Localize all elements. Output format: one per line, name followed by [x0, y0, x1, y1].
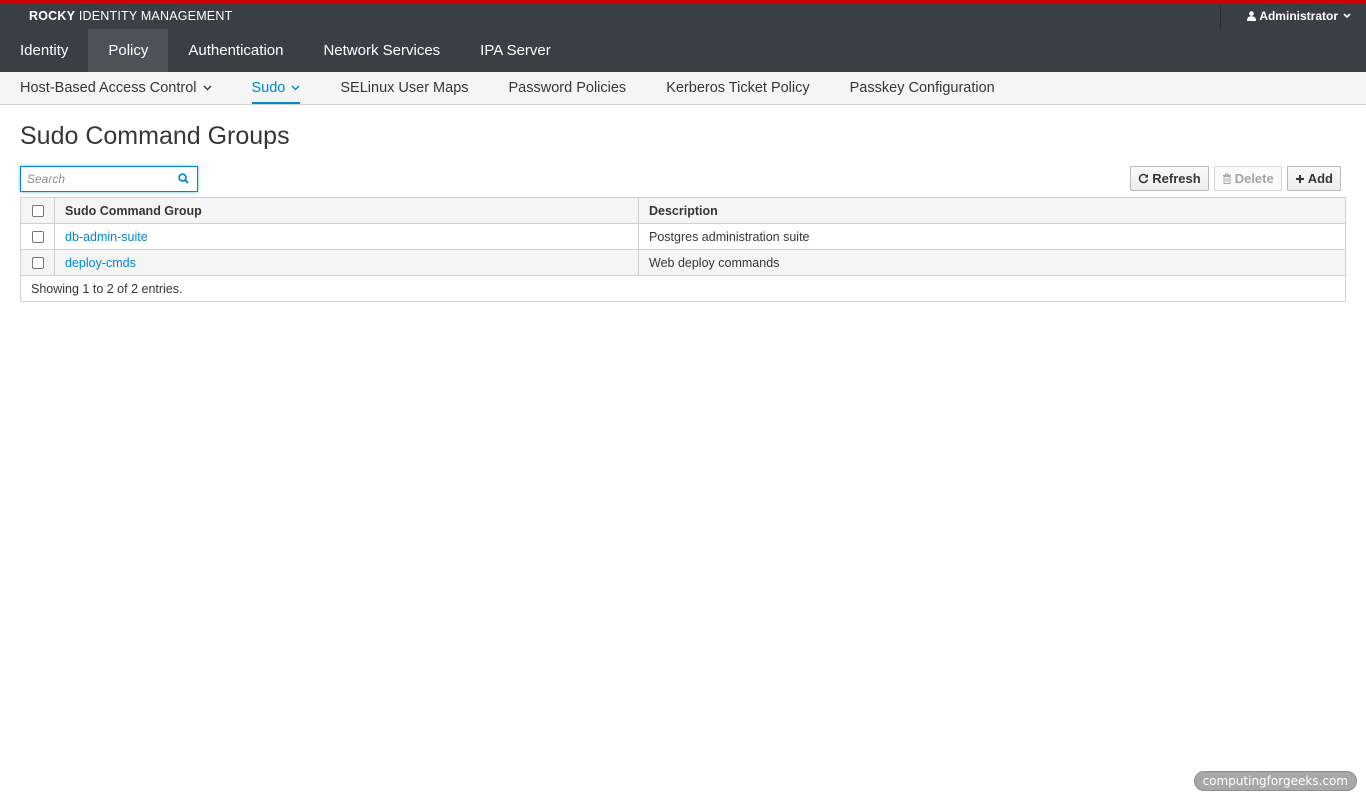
page-title: Sudo Command Groups	[20, 122, 290, 150]
table-footer-row: Showing 1 to 2 of 2 entries.	[20, 275, 1346, 302]
description-cell: Postgres administration suite	[638, 223, 1346, 250]
group-name-cell: db-admin-suite	[54, 223, 639, 250]
subnav-label: Sudo	[251, 80, 286, 96]
subnav-passkey-configuration[interactable]: Passkey Configuration	[830, 72, 1015, 105]
group-name-cell: deploy-cmds	[54, 249, 639, 276]
chevron-down-icon	[1343, 13, 1351, 19]
subnav-selinux-user-maps[interactable]: SELinux User Maps	[320, 72, 488, 105]
action-toolbar: Refresh Delete Add	[1130, 166, 1341, 191]
brand-name-rest: IDENTITY MANAGEMENT	[75, 9, 233, 23]
user-menu[interactable]: Administrator	[1220, 3, 1366, 29]
subnav-sudo[interactable]: Sudo	[232, 72, 321, 105]
row-select-cell	[20, 223, 55, 250]
nav-tab-network-services[interactable]: Network Services	[303, 29, 460, 72]
entries-summary: Showing 1 to 2 of 2 entries.	[20, 275, 1346, 302]
delete-button[interactable]: Delete	[1213, 166, 1282, 191]
user-icon	[1247, 11, 1257, 21]
refresh-label: Refresh	[1152, 171, 1201, 186]
watermark: computingforgeeks.com	[1193, 771, 1357, 791]
select-all-cell	[20, 197, 55, 224]
user-name: Administrator	[1259, 9, 1338, 23]
plus-icon	[1295, 174, 1304, 183]
add-label: Add	[1307, 171, 1333, 186]
subnav-kerberos-ticket-policy[interactable]: Kerberos Ticket Policy	[646, 72, 829, 105]
group-link[interactable]: deploy-cmds	[65, 256, 136, 270]
search-box	[20, 166, 198, 192]
brand-logo[interactable]: ROCKY IDENTITY MANAGEMENT	[29, 9, 232, 23]
select-all-checkbox[interactable]	[31, 205, 44, 218]
refresh-icon	[1139, 173, 1149, 184]
delete-label: Delete	[1234, 171, 1274, 186]
sudo-command-groups-table: Sudo Command Group Description db-admin-…	[20, 197, 1346, 302]
nav-tab-ipa-server[interactable]: IPA Server	[460, 29, 571, 72]
nav-tab-policy[interactable]: Policy	[88, 29, 169, 72]
add-button[interactable]: Add	[1286, 166, 1341, 191]
group-link[interactable]: db-admin-suite	[65, 230, 148, 244]
brand-name-strong: ROCKY	[29, 9, 76, 23]
nav-tab-authentication[interactable]: Authentication	[168, 29, 303, 72]
chevron-down-icon	[203, 85, 212, 91]
column-header-description[interactable]: Description	[638, 197, 1346, 224]
search-input[interactable]	[21, 168, 169, 190]
subnav-label: Host-Based Access Control	[20, 80, 197, 96]
description-cell: Web deploy commands	[638, 249, 1346, 276]
refresh-button[interactable]: Refresh	[1130, 166, 1209, 191]
trash-icon	[1222, 173, 1231, 184]
nav-tab-identity[interactable]: Identity	[0, 29, 88, 72]
sub-nav: Host-Based Access Control Sudo SELinux U…	[0, 72, 1366, 105]
table-row: db-admin-suite Postgres administration s…	[20, 223, 1346, 250]
row-checkbox[interactable]	[31, 231, 44, 244]
main-nav: Identity Policy Authentication Network S…	[0, 29, 1366, 72]
row-select-cell	[20, 249, 55, 276]
row-checkbox[interactable]	[31, 257, 44, 270]
search-icon[interactable]	[178, 173, 189, 184]
table-header-row: Sudo Command Group Description	[20, 197, 1346, 224]
table-row: deploy-cmds Web deploy commands	[20, 249, 1346, 276]
column-header-sudo-command-group[interactable]: Sudo Command Group	[54, 197, 639, 224]
chevron-down-icon	[291, 85, 300, 91]
subnav-host-based-access-control[interactable]: Host-Based Access Control	[0, 72, 232, 105]
masthead: ROCKY IDENTITY MANAGEMENT Administrator	[0, 0, 1366, 29]
subnav-password-policies[interactable]: Password Policies	[489, 72, 647, 105]
